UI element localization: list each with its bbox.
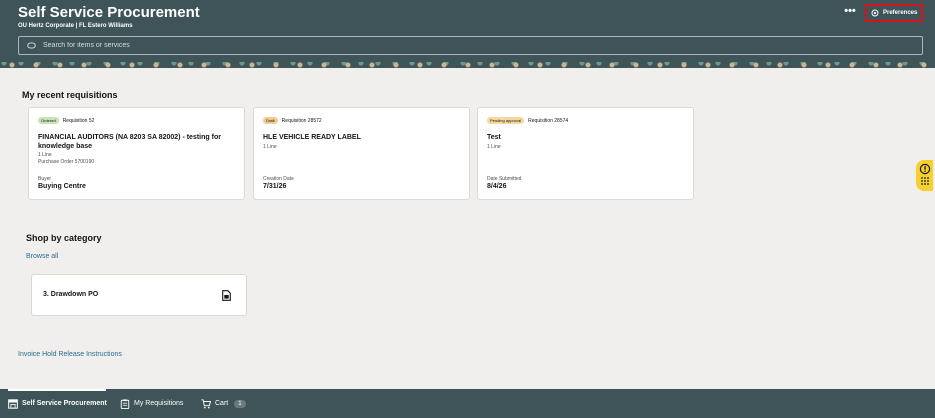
requisition-card[interactable]: Draft Requisition 28572 HLE VEHICLE READ… xyxy=(253,107,470,200)
creation-date-label: Creation Date xyxy=(263,176,294,182)
date-submitted-label: Date Submitted xyxy=(487,176,522,182)
recent-requisitions-title: My recent requisitions xyxy=(22,90,118,100)
status-badge: Ordered xyxy=(38,117,59,124)
nav-label: My Requisitions xyxy=(134,400,184,407)
document-icon xyxy=(222,290,231,301)
requisition-description: Test xyxy=(487,134,501,141)
app-title: Self Service Procurement xyxy=(18,4,200,21)
search-field[interactable] xyxy=(18,36,923,55)
buyer-label: Buyer xyxy=(38,176,52,182)
help-widget[interactable] xyxy=(916,160,933,191)
nav-label: Cart xyxy=(215,400,229,407)
creation-date-value: 7/31/26 xyxy=(263,183,287,190)
requisition-number: Requisition 28574 xyxy=(528,117,569,124)
requisition-number: Requisition 52 xyxy=(62,117,95,124)
gear-icon xyxy=(871,9,879,17)
requisition-description: HLE VEHICLE READY LABEL xyxy=(263,134,361,141)
requisition-card[interactable]: Pending approval Requisition 28574 Test … xyxy=(477,107,694,200)
shop-by-category-title: Shop by category xyxy=(26,233,102,243)
category-name: 3. Drawdown PO xyxy=(43,291,99,298)
decorative-banner xyxy=(0,62,935,68)
app-subtitle: OU Hertz Corporate | FL Estero Williams xyxy=(18,23,133,29)
search-pill-icon xyxy=(27,42,36,49)
nav-self-service-procurement[interactable]: Self Service Procurement xyxy=(8,389,107,418)
category-card[interactable]: 3. Drawdown PO xyxy=(31,274,247,316)
preferences-label: Preferences xyxy=(883,10,918,16)
requisition-number: Requisition 28572 xyxy=(281,117,322,124)
clipboard-icon xyxy=(120,398,130,409)
nav-label: Self Service Procurement xyxy=(22,400,107,407)
store-icon xyxy=(8,398,18,409)
requisition-header: Pending approval Requisition 28574 xyxy=(487,117,568,124)
buyer-value: Buying Centre xyxy=(38,183,86,190)
preferences-button[interactable]: Preferences xyxy=(865,4,923,22)
requisition-lines: 1 Line xyxy=(38,152,52,158)
cart-icon xyxy=(201,398,211,408)
cart-count-badge: 1 xyxy=(234,399,246,408)
more-actions-button[interactable]: ••• xyxy=(842,6,858,18)
search-input[interactable] xyxy=(43,42,543,49)
requisition-card[interactable]: Ordered Requisition 52 FINANCIAL AUDITOR… xyxy=(28,107,245,200)
status-badge: Draft xyxy=(263,117,278,124)
status-badge: Pending approval xyxy=(487,117,525,124)
nav-my-requisitions[interactable]: My Requisitions xyxy=(120,389,183,418)
requisition-lines: 1 Line xyxy=(487,144,501,150)
requisition-lines: 1 Line xyxy=(263,144,277,150)
invoice-hold-release-link[interactable]: Invoice Hold Release Instructions xyxy=(18,351,122,358)
help-icon xyxy=(919,163,931,185)
date-submitted-value: 8/4/26 xyxy=(487,183,507,190)
purchase-order: Purchase Order 5700190 xyxy=(38,159,95,165)
requisition-header: Draft Requisition 28572 xyxy=(263,117,322,124)
requisition-description: FINANCIAL AUDITORS (NA 8203 SA 82002) - … xyxy=(38,134,221,150)
requisition-header: Ordered Requisition 52 xyxy=(38,117,94,124)
nav-cart[interactable]: Cart 1 xyxy=(201,389,246,418)
browse-all-link[interactable]: Browse all xyxy=(26,253,58,260)
app-header: Self Service Procurement OU Hertz Corpor… xyxy=(0,0,935,62)
